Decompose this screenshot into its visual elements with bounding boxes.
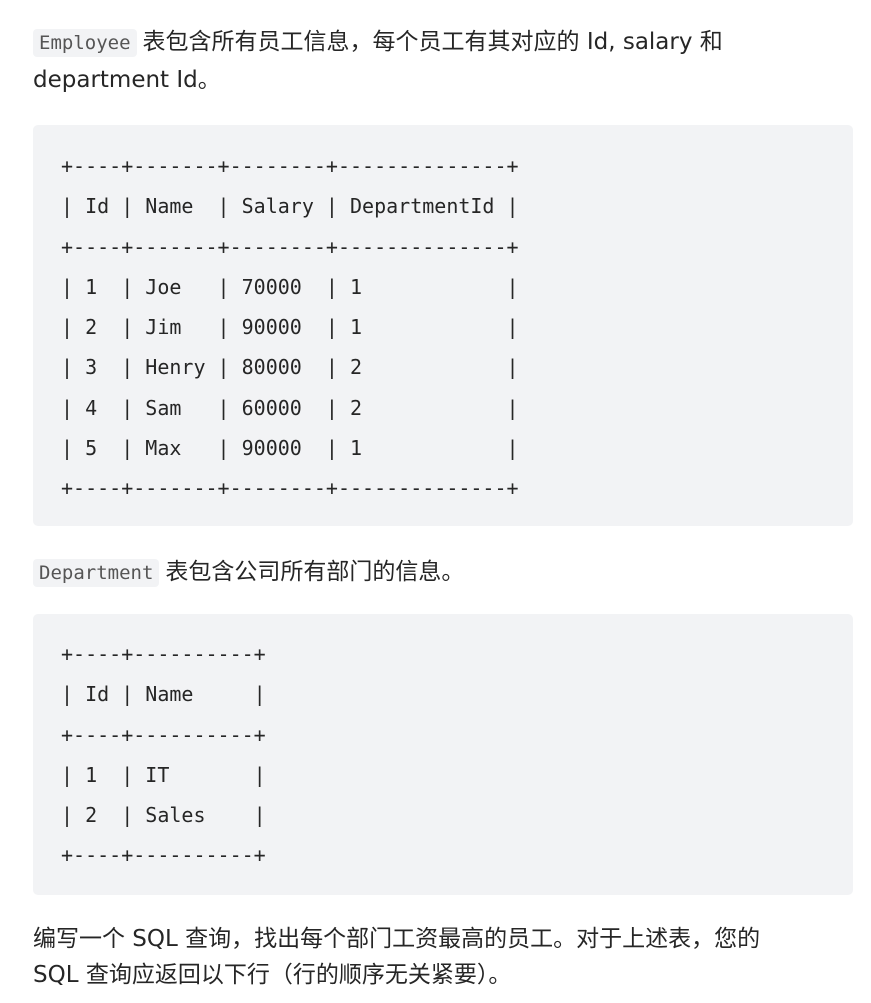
employee-table-line: | 5 | Max | 90000 | 1 |	[61, 436, 519, 461]
department-intro-text: 表包含公司所有部门的信息。	[165, 559, 465, 585]
question-text: 编写一个 SQL 查询，找出每个部门工资最高的员工。对于上述表，您的	[33, 926, 761, 952]
employee-table-code-block: +----+-------+--------+--------------+ |…	[33, 125, 853, 526]
employee-intro-text: 表包含所有员工信息，每个员工有其对应的 Id, salary 和	[142, 29, 723, 55]
employee-intro-paragraph: Employee 表包含所有员工信息，每个员工有其对应的 Id, salary 和…	[33, 24, 853, 99]
department-table-line: | 2 | Sales |	[61, 803, 266, 828]
employee-table-line: +----+-------+--------+--------------+	[61, 234, 519, 259]
department-table-line: | 1 | IT |	[61, 762, 266, 787]
employee-table-line: +----+-------+--------+--------------+	[61, 476, 519, 501]
employee-table-line: | Id | Name | Salary | DepartmentId |	[61, 194, 519, 219]
department-table-line: | Id | Name |	[61, 682, 266, 707]
department-table-code-block: +----+----------+ | Id | Name | +----+--…	[33, 614, 853, 895]
department-table-pre: +----+----------+ | Id | Name | +----+--…	[61, 634, 853, 876]
employee-table-pre: +----+-------+--------+--------------+ |…	[61, 146, 853, 509]
department-table-line: +----+----------+	[61, 722, 266, 747]
employee-table-line: | 1 | Joe | 70000 | 1 |	[61, 274, 519, 299]
employee-table-line: | 4 | Sam | 60000 | 2 |	[61, 395, 519, 420]
department-table-line: +----+----------+	[61, 642, 266, 666]
question-paragraph: 编写一个 SQL 查询，找出每个部门工资最高的员工。对于上述表，您的 SQL 查…	[33, 921, 853, 993]
employee-table-line: | 3 | Henry | 80000 | 2 |	[61, 355, 519, 380]
employee-table-line: | 2 | Jim | 90000 | 1 |	[61, 315, 519, 340]
department-intro-paragraph: Department 表包含公司所有部门的信息。	[33, 554, 853, 592]
question-text-continued: SQL 查询应返回以下行（行的顺序无关紧要）。	[33, 962, 512, 988]
employee-table-line: +----+-------+--------+--------------+	[61, 154, 519, 178]
employee-intro-text-continued: department Id。	[33, 67, 221, 93]
problem-description: Employee 表包含所有员工信息，每个员工有其对应的 Id, salary 和…	[0, 0, 871, 1003]
department-table-name: Department	[33, 559, 160, 587]
employee-table-name: Employee	[33, 29, 137, 57]
department-table-line: +----+----------+	[61, 843, 266, 868]
